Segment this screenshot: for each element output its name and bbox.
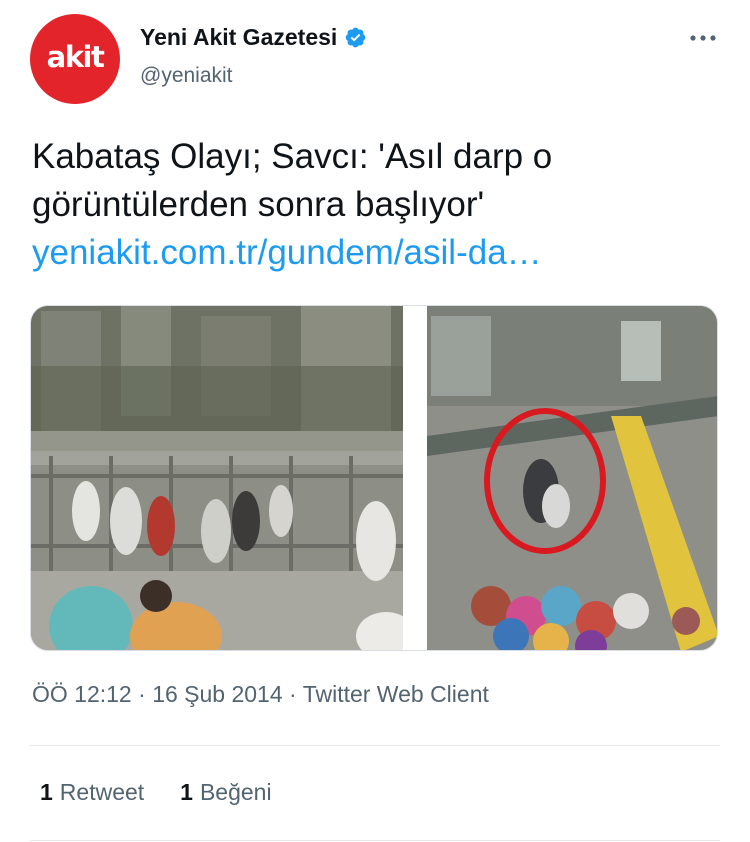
- left-photo: [31, 306, 416, 650]
- tweet-text-line-1: Kabataş Olayı; Savcı: 'Asıl darp o: [32, 137, 553, 176]
- tweet-time[interactable]: ÖÖ 12:12: [32, 681, 132, 707]
- likes-stat[interactable]: 1 Beğeni: [180, 779, 271, 806]
- tweet-metadata: ÖÖ 12:12 · 16 Şub 2014 · Twitter Web Cli…: [32, 681, 489, 708]
- retweets-stat[interactable]: 1 Retweet: [40, 779, 144, 806]
- meta-separator: ·: [138, 681, 146, 707]
- likes-label: Beğeni: [199, 779, 272, 805]
- retweets-count: 1: [40, 779, 53, 805]
- tweet-date[interactable]: 16 Şub 2014: [152, 681, 282, 707]
- tweet-text: Kabataş Olayı; Savcı: 'Asıl darp o görün…: [32, 133, 722, 277]
- divider: [30, 745, 720, 746]
- likes-count: 1: [180, 779, 193, 805]
- more-options-icon[interactable]: [688, 26, 718, 50]
- right-photo: [427, 306, 717, 650]
- avatar[interactable]: akit: [30, 14, 120, 104]
- verified-badge-icon: [345, 27, 366, 47]
- account-handle[interactable]: @yeniakit: [140, 64, 367, 88]
- media-collage: [31, 306, 717, 650]
- display-name[interactable]: Yeni Akit Gazetesi: [140, 24, 337, 51]
- tweet-header: akit Yeni Akit Gazetesi @yeniakit: [30, 14, 720, 104]
- tweet-client[interactable]: Twitter Web Client: [303, 681, 489, 707]
- engagement-stats: 1 Retweet 1 Beğeni: [40, 779, 308, 806]
- account-names: Yeni Akit Gazetesi @yeniakit: [140, 22, 367, 88]
- meta-separator: ·: [289, 681, 297, 707]
- retweets-label: Retweet: [59, 779, 145, 805]
- tweet-text-line-2: görüntülerden sonra başlıyor': [32, 185, 485, 224]
- display-name-row: Yeni Akit Gazetesi: [140, 22, 367, 52]
- divider: [30, 840, 720, 841]
- avatar-logo-text: akit: [46, 40, 105, 74]
- tweet-media[interactable]: [30, 305, 718, 651]
- tweet-link[interactable]: yeniakit.com.tr/gundem/asil-da…: [32, 229, 722, 277]
